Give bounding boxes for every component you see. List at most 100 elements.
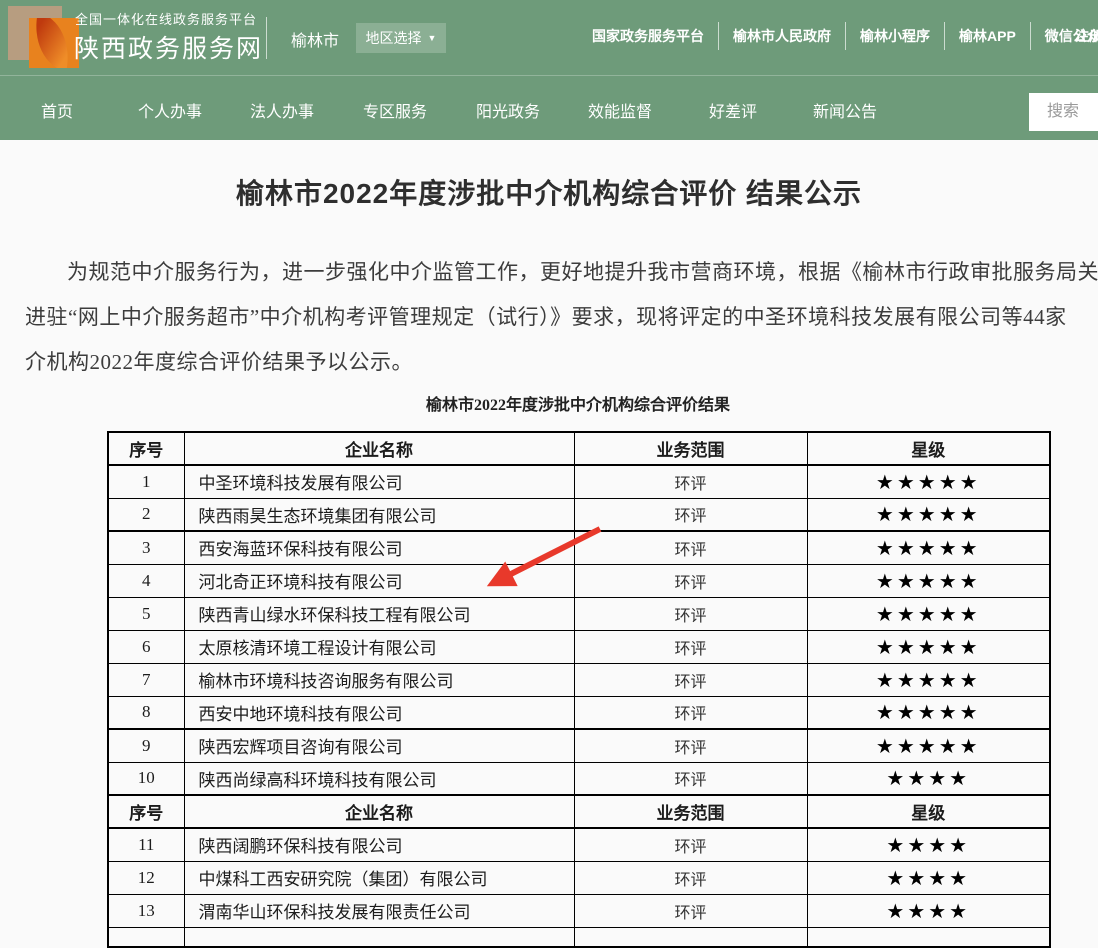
name-cell: 陕西青山绿水环保科技工程有限公司 bbox=[184, 597, 574, 630]
name-cell: 西安海蓝环保科技有限公司 bbox=[184, 531, 574, 564]
table-row-partial bbox=[108, 927, 1050, 947]
table-row: 4河北奇正环境科技有限公司环评★★★★★ bbox=[108, 564, 1050, 597]
stars-cell: ★★★★ bbox=[807, 861, 1050, 894]
logo-leaf-icon bbox=[29, 18, 77, 68]
table-header-cell-3: 星级 bbox=[807, 432, 1050, 465]
register-link[interactable]: 注册 bbox=[1075, 26, 1098, 46]
name-cell: 河北奇正环境科技有限公司 bbox=[184, 564, 574, 597]
table-header-cell-3: 星级 bbox=[807, 795, 1050, 828]
empty-cell bbox=[807, 927, 1050, 947]
name-cell: 太原核清环境工程设计有限公司 bbox=[184, 630, 574, 663]
evaluation-results-table: 序号企业名称业务范围星级1中圣环境科技发展有限公司环评★★★★★2陕西雨昊生态环… bbox=[107, 431, 1051, 948]
scope-cell: 环评 bbox=[574, 597, 807, 630]
no-cell: 2 bbox=[108, 498, 184, 531]
table-row: 5陕西青山绿水环保科技工程有限公司环评★★★★★ bbox=[108, 597, 1050, 630]
table-header-cell-1: 企业名称 bbox=[184, 432, 574, 465]
empty-cell bbox=[184, 927, 574, 947]
nav-item-7[interactable]: 新闻公告 bbox=[813, 98, 877, 122]
name-cell: 西安中地环境科技有限公司 bbox=[184, 696, 574, 729]
stars-cell: ★★★★★ bbox=[807, 465, 1050, 498]
region-select-button[interactable]: 地区选择 ▼ bbox=[356, 23, 446, 53]
no-cell: 10 bbox=[108, 762, 184, 795]
stars-cell: ★★★★ bbox=[807, 894, 1050, 927]
platform-tagline: 全国一体化在线政务服务平台 bbox=[75, 9, 257, 28]
table-row: 2陕西雨昊生态环境集团有限公司环评★★★★★ bbox=[108, 498, 1050, 531]
scope-cell: 环评 bbox=[574, 762, 807, 795]
no-cell: 3 bbox=[108, 531, 184, 564]
announcement-paragraph-line: 为规范中介服务行为，进一步强化中介监管工作，更好地提升我市营商环境，根据《榆林市… bbox=[25, 256, 1098, 286]
no-cell: 8 bbox=[108, 696, 184, 729]
scope-cell: 环评 bbox=[574, 498, 807, 531]
stars-cell: ★★★★★ bbox=[807, 729, 1050, 762]
scope-cell: 环评 bbox=[574, 531, 807, 564]
region-select-label: 地区选择 bbox=[366, 28, 422, 48]
search-box bbox=[1029, 93, 1098, 131]
name-cell: 中煤科工西安研究院（集团）有限公司 bbox=[184, 861, 574, 894]
nav-item-3[interactable]: 专区服务 bbox=[363, 98, 427, 122]
empty-cell bbox=[574, 927, 807, 947]
top-link-2[interactable]: 榆林小程序 bbox=[846, 22, 945, 50]
site-title: 陕西政务服务网 bbox=[74, 29, 263, 65]
chevron-down-icon: ▼ bbox=[428, 33, 437, 43]
table-row: 12中煤科工西安研究院（集团）有限公司环评★★★★ bbox=[108, 861, 1050, 894]
stars-cell: ★★★★★ bbox=[807, 630, 1050, 663]
name-cell: 榆林市环境科技咨询服务有限公司 bbox=[184, 663, 574, 696]
table-row: 10陕西尚绿高科环境科技有限公司环评★★★★ bbox=[108, 762, 1050, 795]
no-cell: 4 bbox=[108, 564, 184, 597]
table-row: 9陕西宏辉项目咨询有限公司环评★★★★★ bbox=[108, 729, 1050, 762]
table-row: 11陕西阔鹏环保科技有限公司环评★★★★ bbox=[108, 828, 1050, 861]
no-cell: 6 bbox=[108, 630, 184, 663]
current-city-label: 榆林市 bbox=[291, 27, 339, 51]
site-header: 全国一体化在线政务服务平台 陕西政务服务网 榆林市 地区选择 ▼ 国家政务服务平… bbox=[0, 0, 1098, 75]
no-cell: 13 bbox=[108, 894, 184, 927]
site-logo[interactable] bbox=[8, 6, 80, 68]
stars-cell: ★★★★ bbox=[807, 762, 1050, 795]
name-cell: 渭南华山环保科技发展有限责任公司 bbox=[184, 894, 574, 927]
header-divider bbox=[266, 17, 267, 59]
scope-cell: 环评 bbox=[574, 894, 807, 927]
scope-cell: 环评 bbox=[574, 729, 807, 762]
stars-cell: ★★★★★ bbox=[807, 696, 1050, 729]
no-cell: 7 bbox=[108, 663, 184, 696]
stars-cell: ★★★★★ bbox=[807, 531, 1050, 564]
no-cell: 9 bbox=[108, 729, 184, 762]
nav-item-6[interactable]: 好差评 bbox=[709, 98, 757, 122]
nav-item-1[interactable]: 个人办事 bbox=[138, 98, 202, 122]
stars-cell: ★★★★ bbox=[807, 828, 1050, 861]
name-cell: 中圣环境科技发展有限公司 bbox=[184, 465, 574, 498]
announcement-paragraph-line: 介机构2022年度综合评价结果予以公示。 bbox=[25, 346, 413, 376]
table-row: 1中圣环境科技发展有限公司环评★★★★★ bbox=[108, 465, 1050, 498]
search-input[interactable] bbox=[1029, 93, 1098, 131]
top-link-0[interactable]: 国家政务服务平台 bbox=[578, 22, 719, 50]
no-cell: 11 bbox=[108, 828, 184, 861]
top-link-1[interactable]: 榆林市人民政府 bbox=[719, 22, 846, 50]
table-row: 3西安海蓝环保科技有限公司环评★★★★★ bbox=[108, 531, 1050, 564]
no-cell: 1 bbox=[108, 465, 184, 498]
top-links: 国家政务服务平台榆林市人民政府榆林小程序榆林APP微信公众号 bbox=[578, 22, 1098, 50]
top-link-3[interactable]: 榆林APP bbox=[945, 22, 1031, 50]
stars-cell: ★★★★★ bbox=[807, 663, 1050, 696]
stars-cell: ★★★★★ bbox=[807, 564, 1050, 597]
nav-item-2[interactable]: 法人办事 bbox=[250, 98, 314, 122]
name-cell: 陕西阔鹏环保科技有限公司 bbox=[184, 828, 574, 861]
table-row: 8西安中地环境科技有限公司环评★★★★★ bbox=[108, 696, 1050, 729]
table-row: 6太原核清环境工程设计有限公司环评★★★★★ bbox=[108, 630, 1050, 663]
announcement-paragraph-line: 进驻“网上中介服务超市”中介机构考评管理规定（试行）》要求，现将评定的中圣环境科… bbox=[25, 301, 1067, 331]
table-header-cell-1: 企业名称 bbox=[184, 795, 574, 828]
logo-orange-square bbox=[29, 18, 79, 68]
no-cell: 5 bbox=[108, 597, 184, 630]
scope-cell: 环评 bbox=[574, 828, 807, 861]
empty-cell bbox=[108, 927, 184, 947]
table-row: 7榆林市环境科技咨询服务有限公司环评★★★★★ bbox=[108, 663, 1050, 696]
page-title: 榆林市2022年度涉批中介机构综合评价 结果公示 bbox=[0, 172, 1098, 212]
nav-item-5[interactable]: 效能监督 bbox=[588, 98, 652, 122]
table-header-row: 序号企业名称业务范围星级 bbox=[108, 432, 1050, 465]
nav-item-4[interactable]: 阳光政务 bbox=[476, 98, 540, 122]
table-header-cell-0: 序号 bbox=[108, 795, 184, 828]
table-header-cell-0: 序号 bbox=[108, 432, 184, 465]
table-header-cell-2: 业务范围 bbox=[574, 795, 807, 828]
nav-item-0[interactable]: 首页 bbox=[41, 98, 73, 122]
no-cell: 12 bbox=[108, 861, 184, 894]
stars-cell: ★★★★★ bbox=[807, 597, 1050, 630]
table-title: 榆林市2022年度涉批中介机构综合评价结果 bbox=[107, 391, 1049, 415]
